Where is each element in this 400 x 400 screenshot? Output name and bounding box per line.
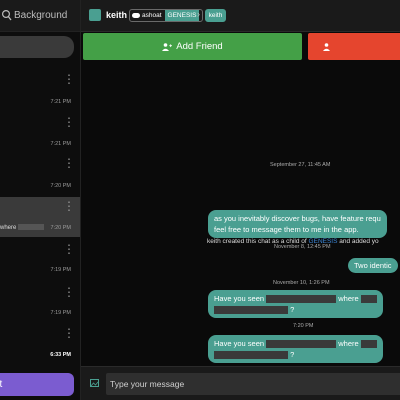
redacted-text [360,295,377,304]
message-text-line: Have you seen where [214,338,377,349]
system-message-suffix: and added yo [339,238,379,245]
add-friend-button[interactable]: Add Friend [83,33,302,60]
thread-preview-text: where [0,225,17,231]
user-icon [323,42,330,51]
breadcrumb-current-label: keith [208,12,223,19]
image-upload-icon[interactable] [90,379,99,387]
message-bubble: Two identic [348,258,398,273]
message-text: Have you seen [214,339,265,348]
breadcrumb-genesis[interactable]: GENESIS [164,10,200,21]
thread-options-icon[interactable]: ⋮ [63,326,75,340]
thread-options-icon[interactable]: ⋮ [63,156,75,170]
new-chat-button[interactable]: at [0,373,74,396]
breadcrumb-user: ashoat [130,10,165,21]
chat-panel: keith ashoat GENESIS › keith Add Friend … [81,0,400,400]
block-user-button[interactable] [308,33,400,60]
background-tab-label[interactable]: Background [14,10,67,21]
redacted-text [266,340,337,349]
sidebar-topbar: Background [0,0,80,32]
redacted-text [214,351,288,360]
message-bubble: Have you seen where ? [208,335,383,363]
message-input[interactable] [106,373,400,395]
message-text-line: ? [214,304,377,315]
thread-color-avatar [89,9,101,21]
message-text-line: as you inevitably discover bugs, have fe… [214,214,381,223]
message-timestamp: November 8, 12:45 PM [274,244,331,250]
thread-search-input[interactable] [0,36,74,58]
thread-time: 7:20 PM [50,225,71,231]
message-text: ? [290,350,295,359]
thread-list-sidebar: Background ⋮ 7:21 PM ⋮ 7:21 PM ⋮ 7:20 PM… [0,0,80,400]
breadcrumb-parent[interactable]: ashoat GENESIS [129,9,203,22]
new-chat-button-label: at [0,379,3,390]
message-composer [81,366,400,400]
redacted-text [18,224,44,230]
thread-options-icon[interactable]: ⋮ [63,199,75,213]
breadcrumb-current[interactable]: keith [205,9,226,22]
redacted-text [266,295,337,304]
add-friend-label: Add Friend [176,41,223,52]
thread-time: 7:20 PM [50,183,71,189]
message-text-line: feel free to message them to me in the a… [214,225,359,234]
thread-time: 7:21 PM [50,99,71,105]
thread-options-icon[interactable]: ⋮ [63,285,75,299]
cloud-icon [132,13,140,18]
thread-time: 7:19 PM [50,310,71,316]
thread-time: 7:21 PM [50,141,71,147]
chat-header: keith ashoat GENESIS › keith [81,0,400,32]
message-timestamp: November 10, 1:26 PM [273,280,330,286]
search-icon[interactable] [2,9,14,23]
message-text: where [338,294,359,303]
message-timestamp: 7:20 PM [293,323,314,329]
thread-time: 7:19 PM [50,267,71,273]
redacted-text [214,306,288,315]
message-list: September 27, 11:45 AM keith created thi… [81,60,400,365]
thread-title: keith [106,10,128,20]
message-text: ? [290,305,295,314]
thread-options-icon[interactable]: ⋮ [63,242,75,256]
message-text: Two identic [354,261,392,270]
thread-options-icon[interactable]: ⋮ [63,72,75,86]
message-bubble: as you inevitably discover bugs, have fe… [208,210,387,238]
add-user-icon [162,42,173,51]
message-bubble: Have you seen where ? [208,290,383,318]
redacted-text [360,340,377,349]
chevron-right-icon: › [197,9,200,19]
message-text: Have you seen [214,294,265,303]
message-text: where [338,339,359,348]
thread-time: 6:33 PM [50,352,71,358]
message-text-line: Have you seen where [214,293,377,304]
thread-options-icon[interactable]: ⋮ [63,115,75,129]
breadcrumb-user-label: ashoat [142,12,162,19]
message-text-line: ? [214,349,377,360]
message-timestamp: September 27, 11:45 AM [270,162,331,168]
